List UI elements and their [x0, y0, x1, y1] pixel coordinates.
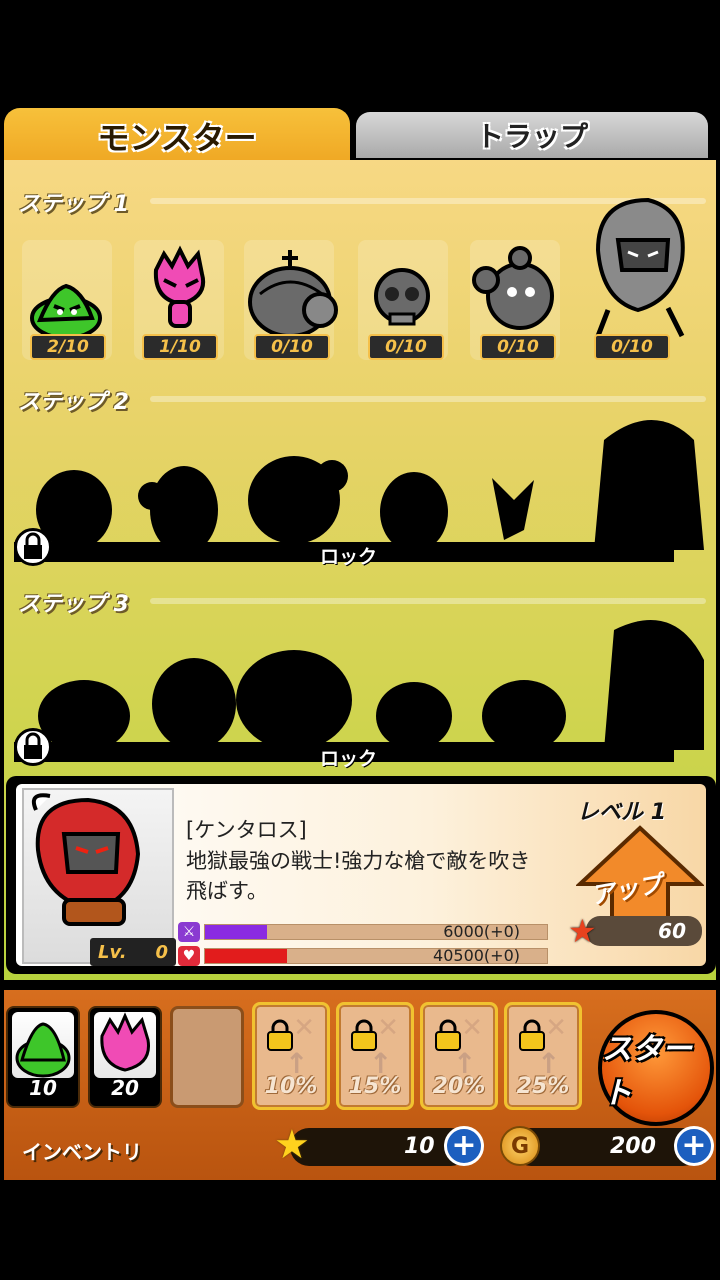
- hp-stat-row: ♥ 40500(+0): [178, 946, 550, 966]
- inventory-slot-1-art: [12, 1012, 74, 1078]
- locked-slot-2-percent: 15%: [348, 1074, 402, 1099]
- gold-coin-icon: G: [500, 1126, 540, 1166]
- step-1-label: ステップ 1: [18, 192, 129, 217]
- green-slime-monster-icon: [30, 283, 102, 340]
- attack-bar-fill: [205, 925, 267, 939]
- plant-monster-icon: [472, 246, 554, 330]
- monster-count-1: 2/10: [30, 334, 106, 360]
- step-3-lock-text: ロック: [320, 748, 378, 770]
- locked-slot-3[interactable]: ✕ ↑ 20%: [420, 1002, 498, 1110]
- pink-imp-icon: [100, 1012, 151, 1072]
- centaur-portrait-icon: [31, 793, 141, 926]
- level-up-cost: 60: [586, 916, 702, 946]
- stars-value: 10: [404, 1134, 435, 1159]
- step-2-lock-icon: [14, 528, 52, 566]
- inventory-slot-2[interactable]: 20: [88, 1006, 162, 1108]
- x-mark-icon: ✕: [293, 1013, 315, 1043]
- monster-count-3: 0/10: [254, 334, 330, 360]
- game-screen: { "tabs": { "monster": "モンスター", "trap": …: [0, 0, 720, 1280]
- skull-monster-icon: [374, 268, 430, 326]
- monster-description: 地獄最強の戦士!強力な槍で敵を吹き飛ばす。: [186, 849, 531, 903]
- pink-imp-monster-icon: [153, 245, 205, 328]
- lv-value: 0: [155, 941, 168, 963]
- sword-icon: ⚔: [178, 922, 200, 942]
- locked-slot-4-percent: 25%: [516, 1074, 570, 1099]
- star-cost-icon: ★: [568, 912, 597, 950]
- locked-slot-1[interactable]: ✕ ↑ 10%: [252, 1002, 330, 1110]
- attack-value: 6000(+0): [443, 922, 520, 941]
- inventory-label: インベントリ: [22, 1140, 142, 1164]
- heart-icon: ♥: [178, 946, 200, 966]
- star-icon: ★: [274, 1122, 310, 1168]
- inventory-slot-2-art: [94, 1012, 156, 1078]
- monster-level-badge: Lv. 0: [90, 938, 176, 966]
- shell-monster-icon: [248, 250, 338, 338]
- x-mark-icon: ✕: [377, 1013, 399, 1043]
- tab-monster[interactable]: モンスター: [4, 108, 350, 164]
- monster-count-4: 0/10: [368, 334, 444, 360]
- locked-slot-3-percent: 20%: [432, 1074, 486, 1099]
- locked-slot-1-percent: 10%: [264, 1074, 318, 1099]
- monster-count-6: 0/10: [594, 334, 670, 360]
- padlock-icon: [24, 732, 42, 759]
- lv-label: Lv.: [98, 941, 127, 963]
- stars-pill: [290, 1128, 470, 1166]
- monster-detail-inner: Lv. 0 [ケンタロス] 地獄最強の戦士!強力な槍で敵を吹き飛ばす。 ⚔ 60…: [16, 784, 706, 966]
- monster-count-5: 0/10: [480, 334, 556, 360]
- inventory-slot-1-count: 10: [29, 1076, 57, 1100]
- x-mark-icon: ✕: [545, 1013, 567, 1043]
- step-3-lock-icon: [14, 728, 52, 766]
- locked-slot-2[interactable]: ✕ ↑ 15%: [336, 1002, 414, 1110]
- add-stars-button[interactable]: +: [444, 1126, 484, 1166]
- step-2-lock-text: ロック: [320, 546, 378, 568]
- x-mark-icon: ✕: [461, 1013, 483, 1043]
- monster-name: [ケンタロス]: [186, 818, 307, 842]
- centaur-monster-icon: [595, 197, 685, 338]
- monster-portrait: Lv. 0: [22, 788, 176, 966]
- green-slime-icon: [15, 1022, 71, 1078]
- tab-trap[interactable]: トラップ: [356, 112, 708, 158]
- inventory-slot-2-count: 20: [111, 1076, 139, 1100]
- locked-slot-4[interactable]: ✕ ↑ 25%: [504, 1002, 582, 1110]
- hp-bar-fill: [205, 949, 288, 963]
- monster-count-2: 1/10: [142, 334, 218, 360]
- add-gold-button[interactable]: +: [674, 1126, 714, 1166]
- gold-value: 200: [610, 1134, 656, 1159]
- monster-detail-card: Lv. 0 [ケンタロス] 地獄最強の戦士!強力な槍で敵を吹き飛ばす。 ⚔ 60…: [6, 776, 716, 974]
- inventory-slot-empty[interactable]: [170, 1006, 244, 1108]
- padlock-icon: [24, 532, 42, 559]
- inventory-slot-1[interactable]: 10: [6, 1006, 80, 1108]
- hp-value: 40500(+0): [433, 946, 520, 965]
- start-button[interactable]: スタート: [598, 1010, 714, 1126]
- attack-stat-row: ⚔ 6000(+0): [178, 922, 550, 942]
